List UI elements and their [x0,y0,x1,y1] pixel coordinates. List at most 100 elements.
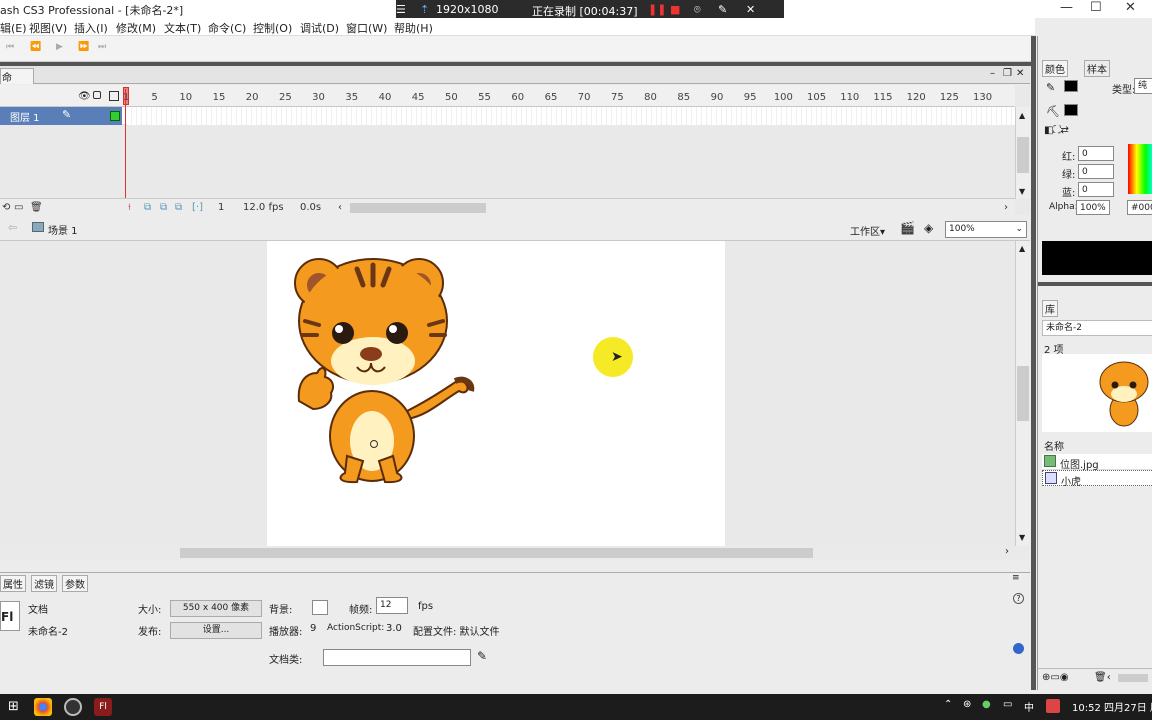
menu-control[interactable]: 控制(O) [253,20,292,36]
menu-window[interactable]: 窗口(W) [346,20,387,36]
scroll-right-icon[interactable]: › [1005,546,1009,557]
recorder-stop-icon[interactable]: ■ [670,3,680,16]
clock[interactable]: 10:52 四月27日 周 [1072,699,1152,714]
fps-input[interactable]: 12 [376,597,408,614]
lock-icon[interactable] [93,91,101,99]
new-symbol-icon[interactable]: ⊕▭◉ [1042,672,1069,683]
minimize-button[interactable]: — [1060,0,1073,15]
stroke-color-swatch[interactable] [1064,80,1078,92]
back-arrow-icon[interactable]: ⇦ [8,221,17,234]
menu-edit[interactable]: 辑(E) [0,20,27,36]
document-class-input[interactable] [323,649,471,666]
doc-restore-icon[interactable]: ❐ [1003,68,1012,79]
center-frame-icon[interactable]: ⟊ [128,202,131,213]
stage-hscroll[interactable]: › [0,546,1030,560]
modify-markers-icon[interactable]: [·] [192,202,203,213]
scroll-thumb[interactable] [1017,137,1029,173]
recorder-close-icon[interactable]: ✕ [746,3,755,16]
timeline-vscroll[interactable]: ▲ ▼ [1015,107,1030,199]
chrome-icon[interactable] [34,698,52,716]
menu-insert[interactable]: 插入(I) [74,20,108,36]
menu-text[interactable]: 文本(T) [164,20,201,36]
layer-selected[interactable]: 图层 1 ✎ [0,107,122,125]
frame-cells[interactable] [127,107,1015,125]
library-item[interactable]: 小虎 [1042,470,1152,488]
tab-filters[interactable]: 滤镜 [31,575,57,592]
volume-icon[interactable]: ▭ [1003,699,1012,710]
menu-modify[interactable]: 修改(M) [116,20,156,36]
recorder-camera-icon[interactable]: ⌾ [694,3,701,17]
scroll-down-icon[interactable]: ▼ [1019,187,1025,196]
edit-multiple-icon[interactable]: ⧉ [175,202,182,213]
red-input[interactable]: 0 [1078,146,1114,161]
onion-outline-icon[interactable]: ⧉ [160,202,167,213]
fill-bucket-icon[interactable]: ⛏ [1046,105,1060,118]
step-back-icon[interactable]: ⏪ [30,42,41,52]
panel-divider-vertical[interactable] [1031,36,1036,690]
zoom-select[interactable]: 100% ⌄ [945,221,1027,238]
play-icon[interactable]: ▶ [56,42,63,52]
edit-scene-icon[interactable]: 🎬 [900,221,915,235]
menu-help[interactable]: 帮助(H) [394,20,433,36]
help-icon[interactable]: ? [1013,593,1024,604]
menu-commands[interactable]: 命令(C) [208,20,246,36]
library-document-select[interactable]: 未命名-2 [1042,320,1152,336]
scroll-right-icon[interactable]: › [1004,202,1008,213]
edit-symbol-icon[interactable]: ◈ [924,221,933,235]
accessibility-icon[interactable] [1013,643,1024,654]
doc-minimize-icon[interactable]: – [990,68,995,79]
scroll-up-icon[interactable]: ▲ [1019,244,1025,253]
scroll-thumb[interactable] [180,548,813,558]
tab-parameters[interactable]: 参数 [62,575,88,592]
rewind-icon[interactable]: ⏮ [6,42,14,52]
scroll-up-icon[interactable]: ▲ [1019,111,1025,120]
green-input[interactable]: 0 [1078,164,1114,179]
add-layer-icon[interactable]: ⟲ [2,202,10,213]
tab-library[interactable]: 库 [1042,300,1058,317]
tab-properties[interactable]: 属性 [0,575,26,592]
size-button[interactable]: 550 x 400 像素 [170,600,262,617]
stage-area[interactable]: ➤ [0,241,1015,546]
frame-ruler[interactable]: 👁 1 5 10 15 20 25 30 35 40 45 50 55 60 65 70 75 80 85 90 95… [0,85,1015,107]
start-windows-icon[interactable]: ⊞ [8,699,19,714]
fill-color-swatch[interactable] [1064,104,1078,116]
maximize-button[interactable]: ☐ [1090,0,1102,15]
close-window-button[interactable]: ✕ [1125,0,1136,15]
network-icon[interactable]: ⊛ [963,699,971,710]
hex-input[interactable]: #0000 [1127,200,1152,215]
step-forward-icon[interactable]: ⏩ [78,42,89,52]
menu-debug[interactable]: 调试(D) [300,20,339,36]
timeline-hscroll-thumb[interactable] [350,203,486,213]
library-hscroll-thumb[interactable] [1118,674,1148,682]
ime-indicator[interactable]: 中 [1024,699,1034,714]
scroll-left-icon[interactable]: ‹ [338,202,342,213]
recorder-pin-icon[interactable]: ⇡ [420,3,429,16]
recorder-menu-icon[interactable]: ☰ [396,3,406,16]
layer-row[interactable]: 图层 1 ✎ [0,107,1015,125]
wechat-icon[interactable]: ● [982,699,991,710]
app-icon[interactable] [64,698,82,716]
recorder-pause-icon[interactable]: ❚❚ [648,3,666,16]
stroke-pencil-icon[interactable]: ✎ [1046,81,1055,94]
tray-chevron-icon[interactable]: ⌃ [944,699,952,710]
stage-canvas[interactable] [267,241,725,546]
scene-name[interactable]: 场景 1 [48,222,78,237]
eye-icon[interactable]: 👁 [78,91,91,102]
panel-menu-icon[interactable]: ≡ [1012,573,1020,583]
panel-divider[interactable] [1038,282,1152,286]
doc-close-icon[interactable]: ✕ [1016,68,1024,79]
stage-vscroll[interactable]: ▲ ▼ [1015,241,1030,546]
publish-settings-button[interactable]: 设置... [170,622,262,639]
scroll-thumb[interactable] [1017,366,1029,421]
add-folder-icon[interactable]: ▭ [14,202,23,213]
workspace-dropdown[interactable]: 工作区▾ [850,223,885,238]
outline-icon[interactable] [109,91,119,101]
color-type-select[interactable]: 纯 [1134,78,1152,94]
delete-item-icon[interactable]: 🗑‹ [1094,672,1111,683]
tab-color[interactable]: 颜色 [1042,60,1068,77]
sogou-icon[interactable] [1046,699,1060,713]
tiger-illustration[interactable] [267,241,725,546]
onion-skin-icon[interactable]: ⧉ [144,202,151,213]
blue-input[interactable]: 0 [1078,182,1114,197]
go-to-end-icon[interactable]: ⏭ [98,42,106,52]
